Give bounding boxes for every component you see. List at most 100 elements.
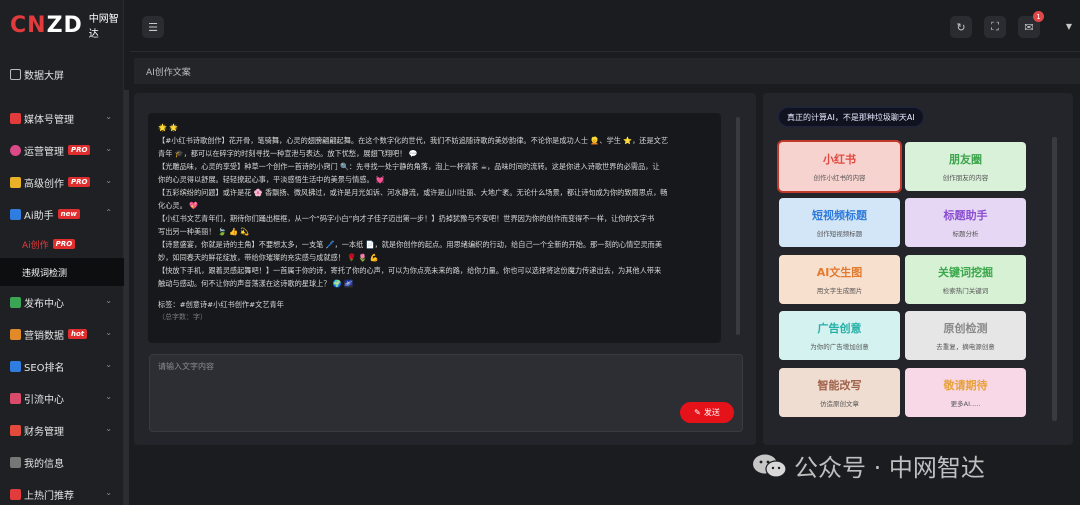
- card-smart-rewrite[interactable]: 智能改写 仿造原创文章: [779, 368, 900, 417]
- chevron-down-icon: ⌄: [105, 424, 112, 433]
- sidebar-sub-ai-create[interactable]: Ai创作 PRO: [0, 230, 124, 258]
- send-icon: ✎: [694, 408, 701, 417]
- hot-badge: hot: [68, 329, 88, 339]
- tool-panel: 真正的计算AI，不是那种垃圾聊天AI 小红书 创作小红书的内容 朋友圈 创作朋友…: [763, 93, 1073, 445]
- fullscreen-button[interactable]: ⛶: [984, 16, 1006, 38]
- tagline-badge: 真正的计算AI，不是那种垃圾聊天AI: [778, 107, 924, 127]
- refresh-icon: ↻: [956, 20, 966, 34]
- sidebar-item-marketing[interactable]: 营销数据 hot ⌄: [0, 318, 124, 350]
- sidebar-item-label: 上热门推荐: [24, 490, 74, 502]
- card-ad-creative[interactable]: 广告创意 为你的广告增加创意: [779, 311, 900, 360]
- card-moments[interactable]: 朋友圈 创作朋友的内容: [905, 142, 1026, 191]
- card-video-title[interactable]: 短视频标题 创作短视频标题: [779, 198, 900, 247]
- app-root: CNZD 中网智达 数据大屏 媒体号管理 ⌄ 运营管理 PRO ⌄ 高级创作 P…: [0, 0, 1080, 505]
- card-title-helper[interactable]: 标题助手 标题分析: [905, 198, 1026, 247]
- new-badge: new: [57, 209, 80, 219]
- sidebar-item-label: 媒体号管理: [24, 114, 74, 126]
- seo-icon: [10, 360, 21, 372]
- mail-icon: ✉: [1024, 20, 1034, 34]
- prompt-input[interactable]: 请输入文字内容 ✎ 发送: [149, 354, 743, 432]
- content-line: 青年 🎓，都可以在碎字的时刻寻找一种宣泄与表达。放下忧愁，展翅飞翔吧！ 💬: [158, 149, 418, 158]
- content-line: 触动与感动。何不让你的声音荡漾在这诗歌的星球上？ 🌍 🌌: [158, 279, 353, 288]
- content-line: 🌟 🌟: [158, 123, 179, 132]
- generated-content: 🌟 🌟 【#小红书诗歌创作】花开骨，笔骑舞，心灵的翅膀翩翩起舞。在这个数字化的世…: [148, 113, 721, 343]
- sidebar-item-label: SEO排名: [24, 362, 65, 374]
- sidebar-sub-word-check[interactable]: 违规词检测: [0, 258, 124, 286]
- sidebar-item-ops[interactable]: 运营管理 PRO ⌄: [0, 134, 124, 166]
- chevron-down-icon: ⌄: [105, 296, 112, 305]
- sidebar-item-label: 运营管理: [24, 146, 64, 158]
- word-count: （总字数：字）: [158, 313, 207, 321]
- hamburger-icon: ☰: [148, 20, 158, 34]
- chevron-down-icon: ⌄: [105, 488, 112, 497]
- pro-badge: PRO: [68, 145, 91, 155]
- sidebar-item-finance[interactable]: 财务管理 ⌄: [0, 414, 124, 446]
- card-keyword-mining[interactable]: 关键词挖掘 检索热门关键词: [905, 255, 1026, 304]
- content-line: 【#小红书诗歌创作】花开骨，笔骑舞，心灵的翅膀翩翩起舞。在这个数字化的世代，我们…: [158, 136, 669, 145]
- chevron-down-icon: ⌄: [105, 392, 112, 401]
- sidebar-item-label: 营销数据: [24, 330, 64, 342]
- card-xiaohongshu[interactable]: 小红书 创作小红书的内容: [779, 142, 900, 191]
- fullscreen-icon: ⛶: [991, 20, 999, 33]
- breadcrumb: AI创作文案: [134, 58, 1080, 84]
- card-coming-soon[interactable]: 敬请期待 更多AI.....: [905, 368, 1026, 417]
- ops-icon: [10, 144, 21, 156]
- content-line: 【快放下手机，跟着灵感起舞吧！】一首属于你的诗，寄托了你的心声，可以为你点亮未来…: [158, 266, 662, 275]
- chevron-down-icon: ⌄: [105, 112, 112, 121]
- sidebar-item-label: 发布中心: [24, 298, 64, 310]
- tool-panel-scrollbar[interactable]: [1052, 137, 1057, 421]
- publish-icon: [10, 296, 21, 308]
- content-line: 【诗意盛宴，你就是诗的主角】不要想太多，一支笔 🖊️，一本纸 📄，就是你创作的起…: [158, 240, 663, 249]
- pro-badge: PRO: [68, 177, 91, 187]
- logo-cn: CN: [10, 12, 47, 38]
- content-scrollbar[interactable]: [736, 117, 740, 335]
- wechat-icon: [753, 454, 787, 478]
- chevron-down-icon: ⌄: [105, 144, 112, 153]
- chevron-up-icon: ⌃: [105, 208, 112, 217]
- chevron-down-icon: ⌄: [105, 176, 112, 185]
- logo-zd: ZD: [46, 12, 83, 38]
- ai-icon: [10, 208, 21, 220]
- card-originality-check[interactable]: 原创检测 去重复，摘电源创意: [905, 311, 1026, 360]
- refresh-button[interactable]: ↻: [950, 16, 972, 38]
- marketing-icon: [10, 328, 21, 340]
- finance-icon: [10, 424, 21, 436]
- sidebar-item-hot[interactable]: 上热门推荐 ⌄: [0, 478, 124, 505]
- content-line: 【光雕品味，心灵的享受】种草一个创作一首诗的小窍门 🔍：先寻找一处宁静的角落，泡…: [158, 162, 660, 171]
- notification-button[interactable]: ✉ 1: [1018, 11, 1044, 38]
- sidebar-item-create[interactable]: 高级创作 PRO ⌄: [0, 166, 124, 198]
- chevron-down-icon: ⌄: [105, 328, 112, 337]
- pro-badge: PRO: [52, 239, 76, 249]
- content-line: 写出另一种美丽！ 🍃 👍 💫: [158, 227, 250, 236]
- user-menu-caret-icon[interactable]: ▼: [1066, 22, 1072, 31]
- sidebar-item-ai[interactable]: Ai助手 new ⌃: [0, 198, 124, 230]
- page-title: AI创作文案: [146, 67, 191, 78]
- card-text-to-image[interactable]: AI文生图 用文字生成图片: [779, 255, 900, 304]
- content-tags: 标签：#创意诗#小红书创作#文艺青年: [158, 300, 284, 309]
- menu-toggle-button[interactable]: ☰: [142, 16, 164, 38]
- prompt-placeholder: 请输入文字内容: [158, 362, 214, 371]
- sidebar-item-label: Ai助手: [24, 210, 54, 222]
- content-line: 你的心灵得以舒展。轻轻撩起心事，平淡感悟生活中的美景与情感。 💓: [158, 175, 385, 184]
- monitor-icon: [10, 68, 21, 80]
- sidebar-nav: 数据大屏 媒体号管理 ⌄ 运营管理 PRO ⌄ 高级创作 PRO ⌄ Ai助手 …: [0, 58, 124, 505]
- sidebar-item-dashboard[interactable]: 数据大屏: [0, 58, 124, 90]
- chevron-down-icon: ⌄: [105, 360, 112, 369]
- sidebar-item-media[interactable]: 媒体号管理 ⌄: [0, 102, 124, 134]
- sidebar-item-label: 引流中心: [24, 394, 64, 406]
- hot-icon: [10, 488, 21, 500]
- sidebar-item-publish[interactable]: 发布中心 ⌄: [0, 286, 124, 318]
- content-line: 【五彩缤纷的问题】或许是花 🌸 香飘扬、微风拂过，或许是月光如诉、河水静流，或许…: [158, 188, 668, 197]
- logo-text: 中网智达: [88, 14, 119, 40]
- result-panel: 🌟 🌟 【#小红书诗歌创作】花开骨，笔骑舞，心灵的翅膀翩翩起舞。在这个数字化的世…: [134, 93, 756, 445]
- sidebar-scrollbar[interactable]: [124, 90, 129, 505]
- send-button[interactable]: ✎ 发送: [680, 402, 734, 423]
- sidebar-item-seo[interactable]: SEO排名 ⌄: [0, 350, 124, 382]
- traffic-icon: [10, 392, 21, 404]
- content-line: 化心灵。 💖: [158, 201, 198, 210]
- create-icon: [10, 176, 21, 188]
- sidebar-item-label: 我的信息: [24, 458, 64, 470]
- sidebar-item-traffic[interactable]: 引流中心 ⌄: [0, 382, 124, 414]
- content-line: 【小红书文艺青年们，期待你们踊出框框，从一个“码字小白”向才子佳子迈出第一步！】…: [158, 214, 655, 223]
- sidebar-item-profile[interactable]: 我的信息: [0, 446, 124, 478]
